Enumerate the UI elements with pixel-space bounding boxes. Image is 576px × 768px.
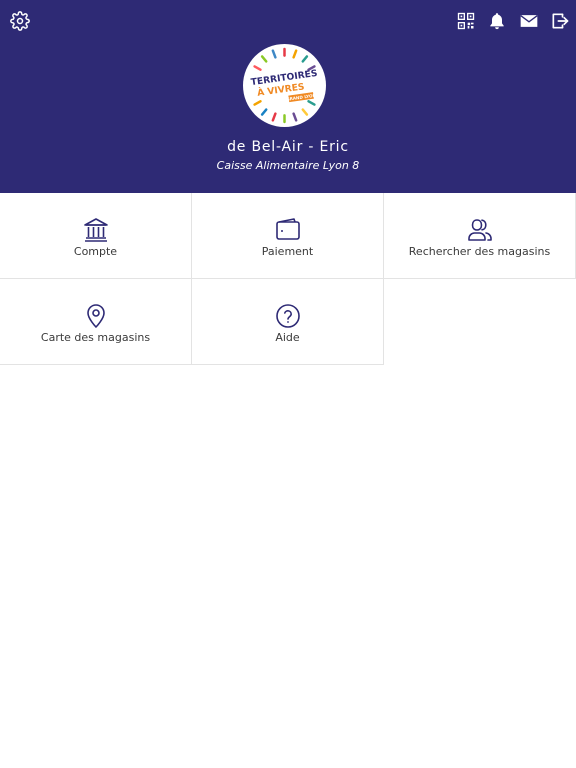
app-header: TERRITOIRES À VIVRES GRAND LYON de Bel-A… xyxy=(0,0,576,193)
brand-logo: TERRITOIRES À VIVRES GRAND LYON xyxy=(243,44,326,127)
bank-icon xyxy=(83,217,109,243)
menu-item-label: Rechercher des magasins xyxy=(408,245,551,258)
menu-item-label: Compte xyxy=(73,245,118,258)
menu-item-label: Paiement xyxy=(261,245,314,258)
user-organization: Caisse Alimentaire Lyon 8 xyxy=(216,159,360,172)
users-icon xyxy=(467,217,493,243)
gear-icon[interactable] xyxy=(10,11,30,31)
menu-item-label: Aide xyxy=(275,331,300,344)
menu-item-aide[interactable]: Aide xyxy=(192,279,384,365)
map-pin-icon xyxy=(83,303,109,329)
menu-item-label: Carte des magasins xyxy=(40,331,151,344)
menu-item-carte-magasins[interactable]: Carte des magasins xyxy=(0,279,192,365)
wallet-icon xyxy=(275,217,301,243)
menu-item-compte[interactable]: Compte xyxy=(0,193,192,279)
logout-icon[interactable] xyxy=(550,11,570,31)
menu-item-paiement[interactable]: Paiement xyxy=(192,193,384,279)
menu-item-rechercher-magasins[interactable]: Rechercher des magasins xyxy=(384,193,576,279)
bell-icon[interactable] xyxy=(487,11,507,31)
envelope-icon[interactable] xyxy=(518,11,540,31)
qr-code-icon[interactable] xyxy=(456,11,476,31)
user-name: de Bel-Air - Eric xyxy=(227,139,349,155)
help-circle-icon xyxy=(275,303,301,329)
